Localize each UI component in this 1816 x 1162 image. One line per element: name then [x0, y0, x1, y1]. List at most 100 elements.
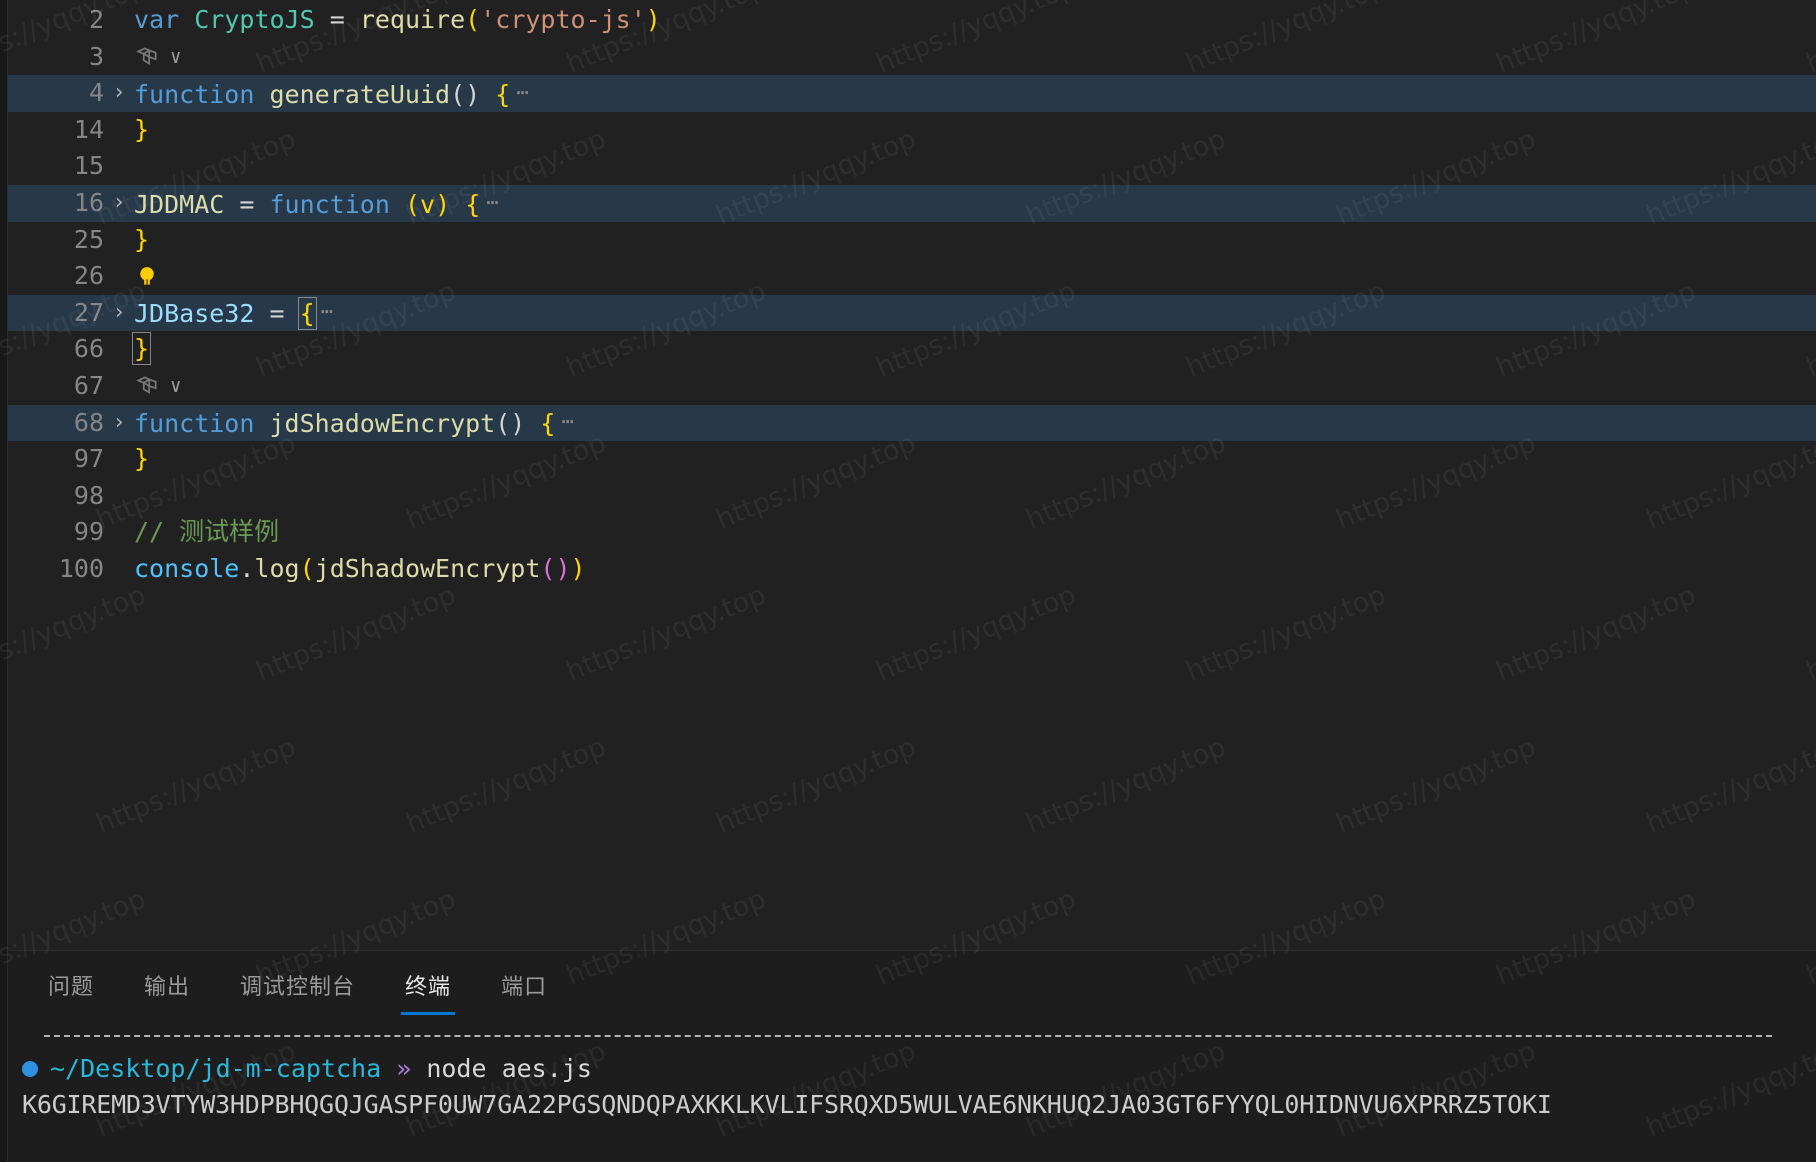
code-token: function: [269, 189, 390, 219]
line-number: 26: [73, 261, 104, 291]
line-number: 66: [73, 334, 104, 364]
code-line[interactable]: 3: [0, 39, 1816, 76]
code-token: }: [131, 332, 152, 366]
code-lines-container[interactable]: 2 var CryptoJS = require('crypto-js') 3 4 › f…: [0, 0, 1816, 950]
code-token: log: [254, 554, 300, 583]
panel-tab-list[interactable]: 问题 输出 调试控制台 终端 端口: [0, 951, 1816, 1025]
code-line[interactable]: 14}: [0, 112, 1816, 149]
folded-region-ellipsis[interactable]: ⋯: [315, 293, 339, 330]
code-token: require: [359, 5, 466, 34]
code-line[interactable]: 2 var CryptoJS = require('crypto-js'): [0, 2, 1816, 39]
debug-run-icon[interactable]: [134, 44, 160, 70]
terminal-command: node aes.js: [426, 1054, 592, 1083]
code-token: 'crypto-js': [480, 5, 646, 34]
code-token: jdShadowEncrypt: [314, 554, 541, 583]
code-token: {: [540, 409, 556, 439]
terminal-status-dot: [22, 1061, 38, 1077]
code-token: (): [450, 79, 481, 109]
code-token: jdShadowEncrypt: [269, 409, 496, 439]
terminal-cwd: ~/Desktop/jd-m-captcha: [50, 1054, 382, 1083]
folded-region-ellipsis[interactable]: ⋯: [480, 184, 504, 221]
code-token: }: [134, 114, 150, 144]
code-text: var CryptoJS = require('crypto-js'): [134, 2, 661, 39]
line-number: 3: [88, 41, 104, 71]
codelens-generate-uuid[interactable]: ∨: [134, 39, 181, 76]
code-line[interactable]: 26: [0, 258, 1816, 295]
codelens-jd-shadow-encrypt[interactable]: ∨: [134, 368, 181, 405]
tab-ports[interactable]: 端口: [497, 961, 551, 1015]
fold-chevron-icon[interactable]: ›: [104, 295, 134, 332]
code-token: console: [134, 554, 240, 583]
code-token: ): [645, 5, 661, 34]
terminal-prompt-arrow: »: [396, 1054, 412, 1083]
line-number: 2: [88, 5, 104, 34]
terminal-output: K6GIREMD3VTYW3HDPBHQGQJGASPF0UW7GA22PGSQ…: [22, 1090, 1552, 1119]
chevron-down-icon[interactable]: ∨: [170, 375, 181, 397]
quick-fix-lightbulb[interactable]: [134, 258, 164, 295]
code-token: .: [239, 554, 255, 583]
editor-area[interactable]: 2 var CryptoJS = require('crypto-js') 3 4 › f…: [0, 0, 1816, 950]
code-token: function: [134, 79, 270, 109]
line-number: 14: [73, 114, 104, 144]
code-token: var: [134, 5, 195, 34]
code-token: (: [299, 554, 315, 583]
code-token: {: [297, 297, 317, 331]
fold-chevron-icon[interactable]: ›: [104, 75, 134, 112]
line-number: 97: [73, 444, 104, 474]
vscode-window: 2 var CryptoJS = require('crypto-js') 3 4 › f…: [0, 0, 1816, 1162]
code-token: (: [404, 189, 421, 219]
bottom-panel: 问题 输出 调试控制台 终端 端口 ~/Desktop/jd-m-captcha » n…: [0, 950, 1816, 1162]
code-token: JDDMAC: [134, 189, 225, 219]
code-token: JDBase32: [134, 299, 255, 329]
folded-region-ellipsis[interactable]: ⋯: [510, 74, 534, 111]
code-text: }: [134, 441, 149, 478]
terminal-separator: [44, 1035, 1772, 1037]
code-text: }: [131, 331, 152, 368]
code-line[interactable]: 16 › JDDMAC = function (v) {⋯: [0, 185, 1816, 222]
code-token: =: [224, 189, 270, 219]
activity-bar-edge: [0, 0, 8, 1162]
tab-output[interactable]: 输出: [140, 961, 194, 1015]
line-number: 99: [73, 517, 104, 547]
code-text: // 测试样例: [134, 514, 279, 551]
code-text: JDBase32 = {⋯: [134, 293, 339, 333]
terminal-body[interactable]: ~/Desktop/jd-m-captcha » node aes.js K6G…: [0, 1037, 1816, 1123]
code-token: (: [465, 5, 481, 34]
line-number: 25: [73, 224, 104, 254]
code-text: JDDMAC = function (v) {⋯: [134, 184, 504, 224]
code-line[interactable]: 27 › JDBase32 = {⋯: [0, 293, 1816, 333]
fold-chevron-icon[interactable]: ›: [104, 405, 134, 442]
code-line[interactable]: 66}: [0, 331, 1816, 368]
code-line[interactable]: 67: [0, 368, 1816, 405]
code-line[interactable]: 99 // 测试样例: [0, 514, 1816, 551]
fold-chevron-icon[interactable]: ›: [104, 185, 134, 222]
code-token: {: [495, 79, 511, 109]
code-line[interactable]: 98: [0, 478, 1816, 515]
line-number: 4: [88, 78, 104, 108]
code-line[interactable]: 4 › function generateUuid() {⋯: [0, 75, 1816, 112]
code-line[interactable]: 68 › function jdShadowEncrypt() {⋯: [0, 403, 1816, 442]
code-line[interactable]: 100 console.log(jdShadowEncrypt()): [0, 551, 1816, 588]
code-line[interactable]: 25}: [0, 222, 1816, 259]
line-number: 27: [73, 297, 104, 327]
folded-region-ellipsis[interactable]: ⋯: [555, 403, 579, 440]
line-number: 67: [73, 371, 104, 400]
code-text: }: [134, 112, 149, 149]
debug-run-icon[interactable]: [134, 373, 160, 399]
code-token: ): [435, 189, 451, 219]
line-number: 98: [73, 480, 104, 510]
line-number: 15: [73, 151, 104, 181]
code-token: generateUuid: [269, 79, 451, 109]
chevron-down-icon[interactable]: ∨: [170, 46, 181, 68]
tab-debug-console[interactable]: 调试控制台: [236, 961, 359, 1015]
code-token: // 测试样例: [134, 517, 280, 547]
code-line[interactable]: 97}: [0, 441, 1816, 478]
code-line[interactable]: 15: [0, 148, 1816, 185]
tab-problems[interactable]: 问题: [44, 961, 98, 1015]
tab-terminal[interactable]: 终端: [401, 961, 456, 1015]
code-text: }: [134, 222, 149, 259]
line-number: 16: [73, 188, 104, 217]
code-text: console.log(jdShadowEncrypt()): [134, 551, 586, 588]
code-token: =: [314, 5, 360, 34]
code-token: }: [134, 444, 150, 474]
